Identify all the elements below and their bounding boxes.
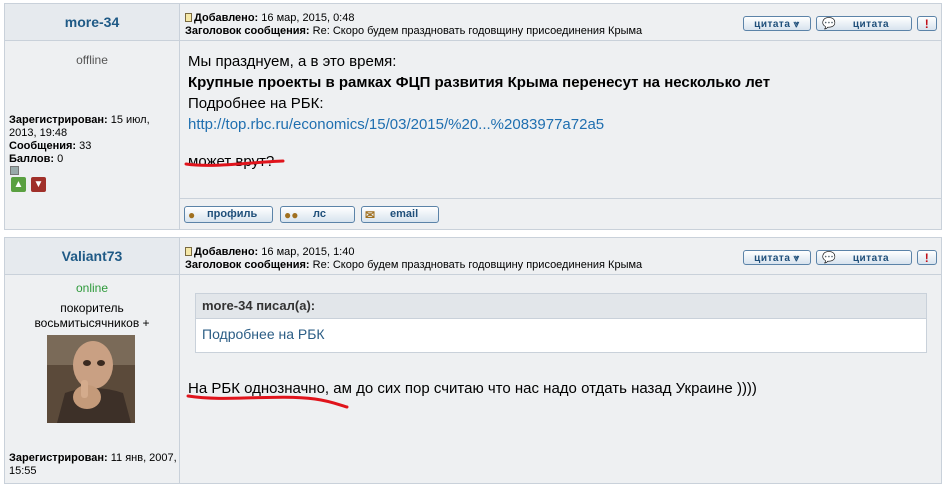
avatar[interactable] xyxy=(47,335,135,423)
user-icon: ● xyxy=(188,208,196,222)
multiquote-label: цитата xyxy=(852,253,890,264)
registered-label: Зарегистрирован: xyxy=(9,452,108,464)
users-icon: ●● xyxy=(284,208,299,222)
body-line: На РБК однозначно, ам до сих пор считаю … xyxy=(188,380,757,397)
author-name[interactable]: Valiant73 xyxy=(5,238,179,275)
subject-label: Заголовок сообщения: xyxy=(185,259,310,271)
body-line: Мы празднуем, а в это время: xyxy=(188,53,397,70)
added-label: Добавлено: xyxy=(194,12,259,24)
messages-value: 33 xyxy=(79,140,92,152)
subject-value: Re: Скоро будем праздновать годовщину пр… xyxy=(312,259,643,271)
author-stats: Зарегистрирован: 15 июл, 2013, 19:48 Соо… xyxy=(9,114,177,166)
post-meta: Добавлено: 16 мар, 2015, 0:48 Заголовок … xyxy=(185,12,642,38)
points-value: 0 xyxy=(57,153,64,165)
post-icon xyxy=(185,13,192,22)
user-rank: покоритель восьмитысячников + xyxy=(34,301,150,330)
pm-button[interactable]: ●● лс xyxy=(280,206,355,223)
author-name[interactable]: more-34 xyxy=(5,4,179,41)
email-label: email xyxy=(390,208,419,220)
pm-label: лс xyxy=(313,208,326,220)
post-2: Valiant73 online покоритель восьмитысячн… xyxy=(4,237,942,484)
quote-button[interactable]: цитата ⩔ xyxy=(743,16,811,31)
thumbs-down-icon[interactable]: ▼ xyxy=(31,177,46,192)
email-button[interactable]: ✉ email xyxy=(361,206,439,223)
added-value: 16 мар, 2015, 1:40 xyxy=(261,246,355,258)
post-footer: ● профиль ●● лс ✉ email xyxy=(180,198,941,230)
post-meta: Добавлено: 16 мар, 2015, 1:40 Заголовок … xyxy=(185,246,642,272)
post-body: Мы празднуем, а в это время: Крупные про… xyxy=(188,51,933,172)
added-label: Добавлено: xyxy=(194,246,259,258)
post-1: more-34 offline Зарегистрирован: 15 июл,… xyxy=(4,3,942,230)
points-label: Баллов: xyxy=(9,153,54,165)
post-author-panel: more-34 offline Зарегистрирован: 15 июл,… xyxy=(5,4,180,229)
thumbs-up-icon[interactable]: ▲ xyxy=(11,177,26,192)
multiquote-label: цитата xyxy=(852,19,890,30)
subject-label: Заголовок сообщения: xyxy=(185,25,310,37)
post-body: На РБК однозначно, ам до сих пор считаю … xyxy=(188,378,933,399)
author-stats: Зарегистрирован: 11 янв, 2007, 15:55 xyxy=(9,452,177,478)
registered-label: Зарегистрирован: xyxy=(9,114,108,126)
rbc-link[interactable]: http://top.rbc.ru/economics/15/03/2015/%… xyxy=(188,116,604,133)
added-value: 16 мар, 2015, 0:48 xyxy=(261,12,355,24)
multiquote-button[interactable]: 💬 цитата xyxy=(816,250,912,265)
profile-button[interactable]: ● профиль xyxy=(184,206,273,223)
quote-author: more-34 писал(а): xyxy=(196,294,926,319)
multiquote-button[interactable]: 💬 цитата xyxy=(816,16,912,31)
profile-label: профиль xyxy=(207,208,258,220)
rank-pip-icon xyxy=(10,166,19,175)
envelope-icon: ✉ xyxy=(365,208,376,222)
post-author-panel: Valiant73 online покоритель восьмитысячн… xyxy=(5,238,180,483)
user-status: offline xyxy=(76,53,108,67)
messages-label: Сообщения: xyxy=(9,140,77,152)
post-header: Добавлено: 16 мар, 2015, 1:40 Заголовок … xyxy=(180,238,941,275)
quote-button[interactable]: цитата ⩔ xyxy=(743,250,811,265)
quote-text: Подробнее на РБК xyxy=(202,326,325,342)
post-icon xyxy=(185,247,192,256)
report-button[interactable]: ! xyxy=(917,16,937,31)
quote-block: more-34 писал(а): Подробнее на РБК xyxy=(195,293,927,353)
report-button[interactable]: ! xyxy=(917,250,937,265)
subject-value: Re: Скоро будем праздновать годовщину пр… xyxy=(312,25,643,37)
speech-bubble-icon: 💬 xyxy=(822,18,837,30)
post-header: Добавлено: 16 мар, 2015, 0:48 Заголовок … xyxy=(180,4,941,41)
user-status: online xyxy=(75,281,109,295)
speech-bubble-icon: 💬 xyxy=(822,252,837,264)
body-line-question: может врут? xyxy=(188,153,275,170)
article-title: Крупные проекты в рамках ФЦП развития Кр… xyxy=(188,74,771,91)
body-line: Подробнее на РБК: xyxy=(188,95,324,112)
